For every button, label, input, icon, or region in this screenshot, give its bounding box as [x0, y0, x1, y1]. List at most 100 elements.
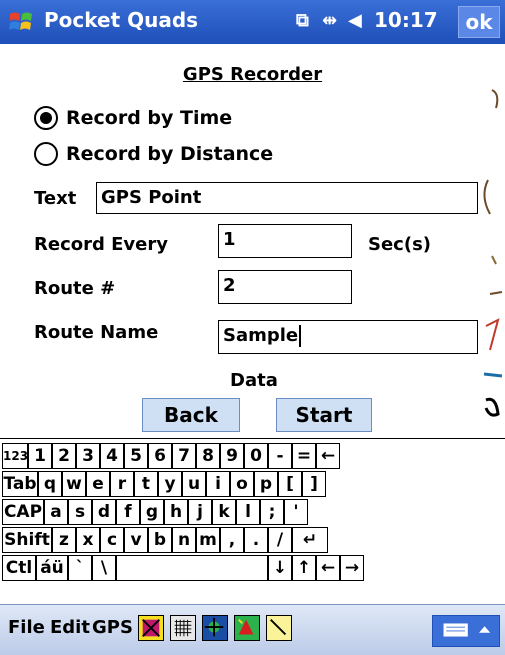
text-caret	[299, 325, 302, 347]
key-m[interactable]: m	[196, 527, 220, 553]
key-l[interactable]: l	[236, 499, 260, 525]
map-select-icon[interactable]	[138, 615, 164, 641]
key-caps[interactable]: CAP	[2, 499, 44, 525]
key-enter[interactable]: ↵	[292, 527, 328, 553]
clock[interactable]: 10:17	[374, 8, 438, 32]
key-7[interactable]: 7	[172, 443, 196, 469]
key-left[interactable]: ←	[316, 555, 340, 581]
key-y[interactable]: y	[158, 471, 182, 497]
key-e[interactable]: e	[86, 471, 110, 497]
route-name-field[interactable]: Sample	[218, 320, 478, 354]
data-label: Data	[230, 370, 278, 391]
sync-icon[interactable]: ⧉	[296, 10, 309, 31]
background-map-fragment	[483, 89, 503, 417]
key-backslash[interactable]: \	[92, 555, 116, 581]
key-left-bracket[interactable]: [	[278, 471, 302, 497]
radio-button-checked[interactable]	[34, 106, 58, 130]
gps-target-icon[interactable]	[202, 615, 228, 641]
record-every-field[interactable]: 1	[218, 224, 352, 258]
key-a[interactable]: a	[44, 499, 68, 525]
key-5[interactable]: 5	[124, 443, 148, 469]
route-number-label: Route #	[34, 278, 116, 299]
key-backtick[interactable]: `	[68, 555, 92, 581]
key-semicolon[interactable]: ;	[260, 499, 284, 525]
measure-line-icon[interactable]	[266, 615, 292, 641]
key-w[interactable]: w	[62, 471, 86, 497]
key-p[interactable]: p	[254, 471, 278, 497]
key-apostrophe[interactable]: '	[284, 499, 308, 525]
key-ctrl[interactable]: Ctl	[2, 555, 36, 581]
route-name-label: Route Name	[34, 322, 159, 343]
radio-time-label: Record by Time	[66, 107, 233, 129]
route-number-field[interactable]: 2	[218, 270, 352, 304]
key-x[interactable]: x	[76, 527, 100, 553]
connectivity-icon[interactable]: ⇹	[322, 10, 337, 31]
key-right[interactable]: →	[340, 555, 364, 581]
key-backspace[interactable]: ←	[316, 443, 340, 469]
key-4[interactable]: 4	[100, 443, 124, 469]
radio-distance-label: Record by Distance	[66, 143, 274, 165]
key-u[interactable]: u	[182, 471, 206, 497]
page-title: GPS Recorder	[182, 64, 323, 85]
key-accents[interactable]: áü	[36, 555, 68, 581]
key-c[interactable]: c	[100, 527, 124, 553]
key-equals[interactable]: =	[292, 443, 316, 469]
key-d[interactable]: d	[92, 499, 116, 525]
key-s[interactable]: s	[68, 499, 92, 525]
key-0[interactable]: 0	[244, 443, 268, 469]
key-minus[interactable]: -	[268, 443, 292, 469]
key-j[interactable]: j	[188, 499, 212, 525]
key-k[interactable]: k	[212, 499, 236, 525]
key-down[interactable]: ↓	[268, 555, 292, 581]
key-1[interactable]: 1	[28, 443, 52, 469]
key-v[interactable]: v	[124, 527, 148, 553]
cone-icon[interactable]	[234, 615, 260, 641]
key-period[interactable]: .	[244, 527, 268, 553]
key-3[interactable]: 3	[76, 443, 100, 469]
menu-gps[interactable]: GPS	[92, 617, 133, 638]
key-up[interactable]: ↑	[292, 555, 316, 581]
key-tab[interactable]: Tab	[2, 471, 38, 497]
back-button[interactable]: Back	[142, 398, 240, 432]
key-i[interactable]: i	[206, 471, 230, 497]
key-n[interactable]: n	[172, 527, 196, 553]
key-b[interactable]: b	[148, 527, 172, 553]
key-2[interactable]: 2	[52, 443, 76, 469]
key-o[interactable]: o	[230, 471, 254, 497]
key-z[interactable]: z	[52, 527, 76, 553]
menu-file[interactable]: File	[8, 617, 45, 638]
radio-record-by-time[interactable]: Record by Time	[34, 104, 232, 132]
key-r[interactable]: r	[110, 471, 134, 497]
key-shift[interactable]: Shift	[2, 527, 52, 553]
windows-logo-icon[interactable]	[8, 8, 36, 36]
volume-icon[interactable]: ◀︎	[348, 10, 362, 31]
radio-button-unchecked[interactable]	[34, 142, 58, 166]
grid-icon[interactable]	[170, 615, 196, 641]
radio-record-by-distance[interactable]: Record by Distance	[34, 140, 273, 168]
app-title: Pocket Quads	[44, 8, 199, 32]
key-8[interactable]: 8	[196, 443, 220, 469]
soft-keyboard: 123 1 2 3 4 5 6 7 8 9 0 - = ← Tab q w e …	[0, 438, 505, 601]
route-name-value: Sample	[223, 325, 299, 346]
key-g[interactable]: g	[140, 499, 164, 525]
key-9[interactable]: 9	[220, 443, 244, 469]
ok-button[interactable]: ok	[458, 6, 500, 38]
key-comma[interactable]: ,	[220, 527, 244, 553]
key-space[interactable]	[116, 555, 268, 581]
text-label: Text	[34, 188, 77, 209]
seconds-unit-label: Sec(s)	[368, 234, 432, 255]
key-slash[interactable]: /	[268, 527, 292, 553]
key-123[interactable]: 123	[2, 443, 28, 469]
key-t[interactable]: t	[134, 471, 158, 497]
menu-edit[interactable]: Edit	[50, 617, 90, 638]
key-6[interactable]: 6	[148, 443, 172, 469]
key-q[interactable]: q	[38, 471, 62, 497]
start-button[interactable]: Start	[276, 398, 372, 432]
key-right-bracket[interactable]: ]	[302, 471, 326, 497]
key-h[interactable]: h	[164, 499, 188, 525]
text-field[interactable]: GPS Point	[96, 182, 478, 214]
title-bar: Pocket Quads ⧉ ⇹ ◀︎ 10:17 ok	[0, 0, 505, 44]
record-every-label: Record Every	[34, 234, 168, 255]
key-f[interactable]: f	[116, 499, 140, 525]
keyboard-icon[interactable]	[432, 615, 500, 647]
